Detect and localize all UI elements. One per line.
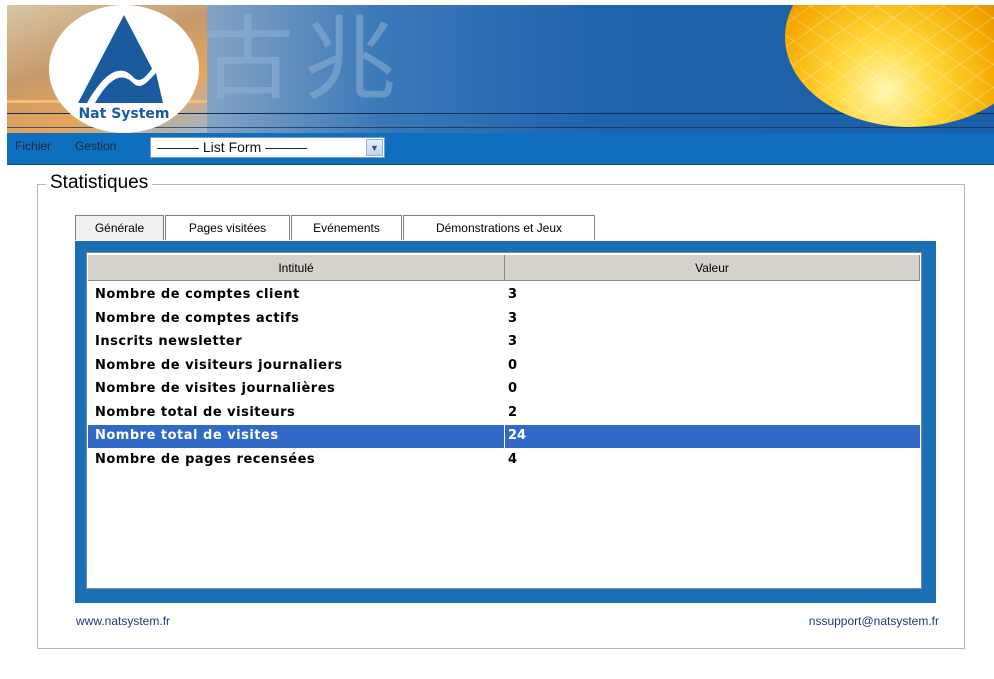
row-value: 0 (508, 358, 518, 373)
support-email-link[interactable]: nssupport@natsystem.fr (809, 614, 939, 628)
row-label: Nombre total de visites (95, 428, 279, 443)
table-row[interactable]: Inscrits newsletter 3 (88, 331, 920, 354)
globe-graphic (785, 5, 994, 127)
tab-evenements[interactable]: Evénements (291, 215, 402, 240)
row-value: 3 (508, 287, 518, 302)
form-select-dropdown[interactable]: ——— List Form ——— ▼ (150, 137, 385, 158)
table-row-selected[interactable]: Nombre total de visites 24 (88, 425, 920, 448)
form-select-value: ——— List Form ——— (157, 139, 308, 155)
row-value: 2 (508, 405, 518, 420)
row-label: Nombre de pages recensées (95, 452, 316, 467)
table-row[interactable]: Nombre de pages recensées 4 (88, 449, 920, 472)
row-value: 4 (508, 452, 518, 467)
table-row[interactable]: Nombre de comptes client 3 (88, 284, 920, 307)
row-value: 0 (508, 381, 518, 396)
menu-bar: Fichier Gestion ——— List Form ——— ▼ (7, 133, 994, 165)
menu-gestion[interactable]: Gestion (75, 139, 116, 153)
chevron-down-icon[interactable]: ▼ (366, 139, 383, 156)
row-label: Nombre de visiteurs journaliers (95, 358, 343, 373)
table-row[interactable]: Nombre de visiteurs journaliers 0 (88, 355, 920, 378)
row-label: Nombre total de visiteurs (95, 405, 296, 420)
tab-pages-visitees[interactable]: Pages visitées (165, 215, 290, 240)
tab-generale[interactable]: Générale (75, 215, 164, 240)
menu-fichier[interactable]: Fichier (15, 139, 51, 153)
row-value: 3 (508, 311, 518, 326)
statistics-table: Intitulé Valeur Nombre de comptes client… (86, 252, 922, 589)
nat-system-logo: Nat System (49, 5, 199, 133)
column-header-intitule[interactable]: Intitulé (88, 255, 505, 281)
row-label: Nombre de comptes actifs (95, 311, 300, 326)
row-label: Nombre de visites journalières (95, 381, 336, 396)
group-title: Statistiques (46, 172, 153, 194)
logo-text: Nat System (78, 106, 170, 122)
row-label: Inscrits newsletter (95, 334, 243, 349)
table-row[interactable]: Nombre de comptes actifs 3 (88, 308, 920, 331)
table-row[interactable]: Nombre de visites journalières 0 (88, 378, 920, 401)
row-label: Nombre de comptes client (95, 287, 300, 302)
column-header-valeur[interactable]: Valeur (505, 255, 920, 281)
website-link[interactable]: www.natsystem.fr (76, 614, 170, 628)
table-row[interactable]: Nombre total de visiteurs 2 (88, 402, 920, 425)
tab-demonstrations-jeux[interactable]: Démonstrations et Jeux (403, 215, 595, 240)
banner-glyphs: 古兆 (202, 6, 407, 113)
row-value: 24 (508, 428, 527, 443)
selection-divider (504, 425, 505, 448)
header-banner: 古兆 Nat System (7, 5, 994, 133)
logo-mountain-icon (78, 15, 170, 103)
row-value: 3 (508, 334, 518, 349)
